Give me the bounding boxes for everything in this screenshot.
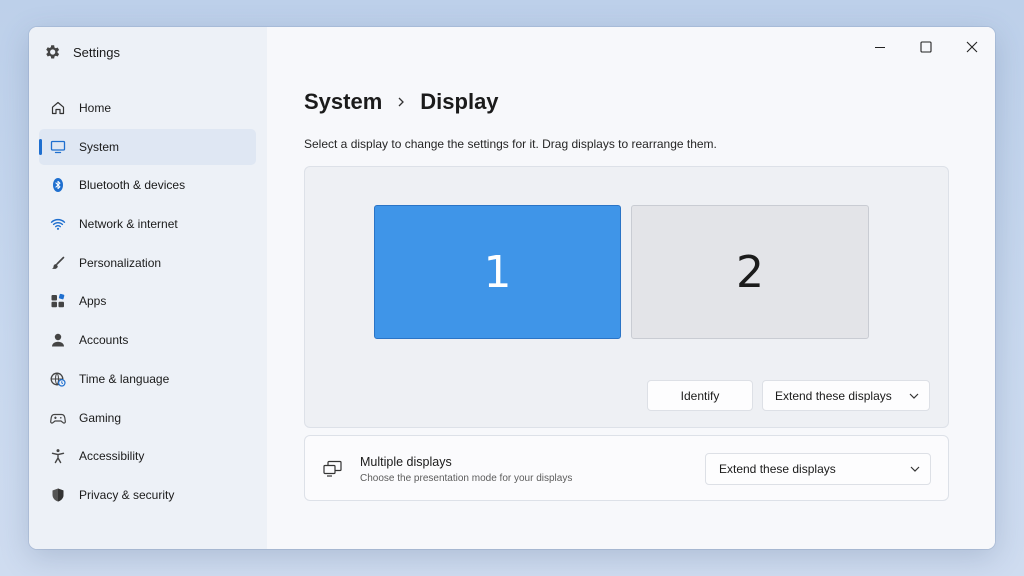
sidebar-item-label: Apps (79, 294, 107, 309)
breadcrumb-parent[interactable]: System (304, 89, 382, 115)
monitor-icon (50, 139, 66, 155)
sidebar-item-accessibility[interactable]: Accessibility (39, 438, 256, 474)
settings-window: Settings Home System Bluetooth & devices (29, 27, 995, 549)
gamepad-icon (50, 410, 66, 426)
display-2-tile[interactable]: 2 (631, 205, 869, 339)
breadcrumb: System Display (304, 89, 499, 115)
person-icon (50, 332, 66, 348)
wifi-icon (50, 216, 66, 232)
multiple-displays-icon (323, 460, 343, 478)
window-controls (857, 27, 995, 67)
sidebar-item-label: Network & internet (79, 217, 178, 232)
sidebar-item-network[interactable]: Network & internet (39, 206, 256, 242)
dropdown-value: Extend these displays (719, 462, 836, 476)
sidebar-item-system[interactable]: System (39, 128, 256, 165)
maximize-button[interactable] (903, 27, 949, 67)
minimize-button[interactable] (857, 27, 903, 67)
sidebar-nav: Home System Bluetooth & devices Network … (39, 90, 256, 516)
display-arrangement-panel: 1 2 Identify Extend these displays (304, 166, 949, 428)
bluetooth-icon (50, 177, 66, 193)
sidebar-item-label: Accounts (79, 333, 129, 348)
brush-icon (50, 255, 66, 271)
card-title: Multiple displays (360, 455, 452, 469)
multiple-displays-card: Multiple displays Choose the presentatio… (304, 435, 949, 501)
minimize-icon (875, 46, 885, 49)
maximize-icon (920, 41, 932, 53)
sidebar-item-accounts[interactable]: Accounts (39, 322, 256, 358)
sidebar-item-bluetooth[interactable]: Bluetooth & devices (39, 167, 256, 203)
apps-icon (50, 293, 66, 309)
app-title-bar: Settings (43, 43, 120, 61)
sidebar-item-label: Bluetooth & devices (79, 178, 186, 193)
sidebar-item-apps[interactable]: Apps (39, 283, 256, 319)
sidebar: Settings Home System Bluetooth & devices (29, 27, 267, 549)
sidebar-item-time-language[interactable]: Time & language (39, 361, 256, 397)
sidebar-item-gaming[interactable]: Gaming (39, 400, 256, 436)
home-icon (50, 100, 66, 116)
close-button[interactable] (949, 27, 995, 67)
main-content: System Display Select a display to chang… (267, 27, 995, 549)
sidebar-item-privacy-security[interactable]: Privacy & security (39, 477, 256, 513)
chevron-right-icon (396, 96, 406, 108)
display-mode-dropdown[interactable]: Extend these displays (762, 380, 930, 411)
sidebar-item-label: Privacy & security (79, 487, 175, 502)
sidebar-item-home[interactable]: Home (39, 90, 256, 126)
chevron-down-icon (910, 466, 920, 472)
page-description: Select a display to change the settings … (304, 137, 717, 151)
app-title: Settings (73, 44, 120, 60)
sidebar-item-label: System (79, 139, 120, 154)
sidebar-item-label: Gaming (79, 410, 122, 425)
globe-clock-icon (50, 371, 66, 387)
dropdown-value: Extend these displays (775, 388, 892, 403)
card-subtitle: Choose the presentation mode for your di… (360, 473, 573, 484)
sidebar-item-label: Accessibility (79, 449, 145, 464)
sidebar-item-personalization[interactable]: Personalization (39, 245, 256, 281)
page-title: Display (420, 89, 499, 114)
gear-icon (43, 43, 61, 61)
identify-label: Identify (680, 388, 720, 403)
display-number: 1 (483, 246, 512, 298)
sidebar-item-label: Home (79, 101, 112, 115)
display-1-tile[interactable]: 1 (374, 205, 621, 339)
sidebar-item-label: Time & language (79, 371, 170, 386)
shield-icon (50, 487, 66, 503)
identify-button[interactable]: Identify (647, 380, 753, 411)
chevron-down-icon (909, 393, 919, 399)
accessibility-icon (50, 448, 66, 464)
display-number: 2 (736, 246, 764, 298)
close-icon (966, 41, 978, 53)
multiple-displays-dropdown[interactable]: Extend these displays (705, 453, 931, 485)
sidebar-item-label: Personalization (79, 255, 162, 270)
